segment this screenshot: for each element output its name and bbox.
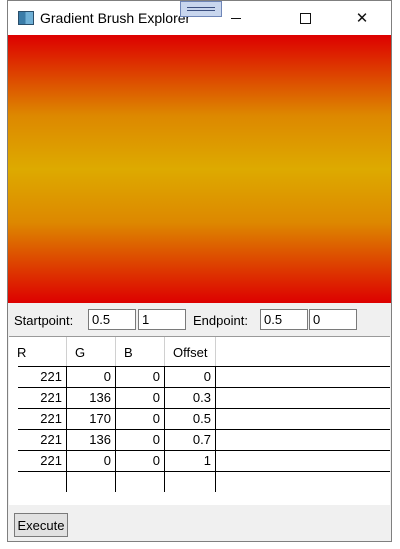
new-item-row[interactable] [9, 471, 390, 492]
cell-offset[interactable]: 0.7 [165, 429, 216, 450]
cell-g[interactable] [67, 471, 116, 492]
column-header-r[interactable]: R [9, 337, 67, 366]
close-icon: ✕ [355, 10, 369, 27]
gradient-preview [8, 35, 391, 303]
cell-offset[interactable]: 1 [165, 450, 216, 471]
endpoint-y-field[interactable] [309, 309, 357, 330]
cell-g[interactable]: 170 [67, 408, 116, 429]
column-header-b[interactable]: B [116, 337, 165, 366]
table-row[interactable]: 221 136 0 0.3 [9, 387, 390, 408]
table-row[interactable]: 221 0 0 1 [9, 450, 390, 471]
cell-b[interactable]: 0 [116, 366, 165, 387]
cell-b[interactable]: 0 [116, 408, 165, 429]
window-title: Gradient Brush Explorer [40, 10, 191, 26]
startpoint-x-field[interactable] [88, 309, 136, 330]
row-header[interactable] [9, 450, 18, 471]
cell-r[interactable] [18, 471, 67, 492]
minimize-button[interactable] [213, 1, 259, 35]
cell-r[interactable]: 221 [18, 387, 67, 408]
column-header-g[interactable]: G [67, 337, 116, 366]
app-window: Gradient Brush Explorer ✕ Startpoint: En… [7, 0, 392, 542]
endpoint-x-field[interactable] [260, 309, 308, 330]
execute-button[interactable]: Execute [14, 513, 68, 537]
endpoint-label: Endpoint: [193, 313, 248, 328]
table-row[interactable]: 221 0 0 0 [9, 366, 390, 387]
close-button[interactable]: ✕ [339, 1, 385, 35]
maximize-button[interactable] [282, 1, 328, 35]
row-header[interactable] [9, 408, 18, 429]
minimize-icon [231, 17, 241, 19]
cell-offset[interactable]: 0.3 [165, 387, 216, 408]
maximize-icon [299, 12, 311, 24]
cell-r[interactable]: 221 [18, 366, 67, 387]
cell-b[interactable]: 0 [116, 450, 165, 471]
row-filler [216, 429, 390, 450]
row-filler [216, 366, 390, 387]
cell-b[interactable] [116, 471, 165, 492]
row-filler [216, 387, 390, 408]
grid-header: R G B Offset [9, 337, 390, 366]
column-header-offset[interactable]: Offset [165, 337, 216, 366]
row-filler [216, 408, 390, 429]
cell-b[interactable]: 0 [116, 429, 165, 450]
cell-g[interactable]: 0 [67, 450, 116, 471]
cell-b[interactable]: 0 [116, 387, 165, 408]
gradient-stops-grid[interactable]: R G B Offset 221 0 0 0 221 136 0 0.3 221… [9, 336, 390, 507]
row-filler [216, 471, 390, 492]
row-header[interactable] [9, 429, 18, 450]
row-header[interactable] [9, 471, 18, 492]
cell-offset[interactable]: 0 [165, 366, 216, 387]
startpoint-label: Startpoint: [14, 313, 74, 328]
cell-r[interactable]: 221 [18, 450, 67, 471]
cell-offset[interactable] [165, 471, 216, 492]
cell-r[interactable]: 221 [18, 408, 67, 429]
startpoint-y-field[interactable] [138, 309, 186, 330]
cell-g[interactable]: 136 [67, 387, 116, 408]
cell-offset[interactable]: 0.5 [165, 408, 216, 429]
cell-g[interactable]: 136 [67, 429, 116, 450]
row-header[interactable] [9, 387, 18, 408]
points-row: Startpoint: Endpoint: [8, 303, 391, 335]
row-header[interactable] [9, 366, 18, 387]
title-bar[interactable]: Gradient Brush Explorer ✕ [8, 1, 391, 35]
row-filler [216, 450, 390, 471]
bottom-bar: Execute [8, 505, 391, 541]
app-icon [18, 11, 34, 25]
table-row[interactable]: 221 170 0 0.5 [9, 408, 390, 429]
table-row[interactable]: 221 136 0 0.7 [9, 429, 390, 450]
cell-g[interactable]: 0 [67, 366, 116, 387]
cell-r[interactable]: 221 [18, 429, 67, 450]
